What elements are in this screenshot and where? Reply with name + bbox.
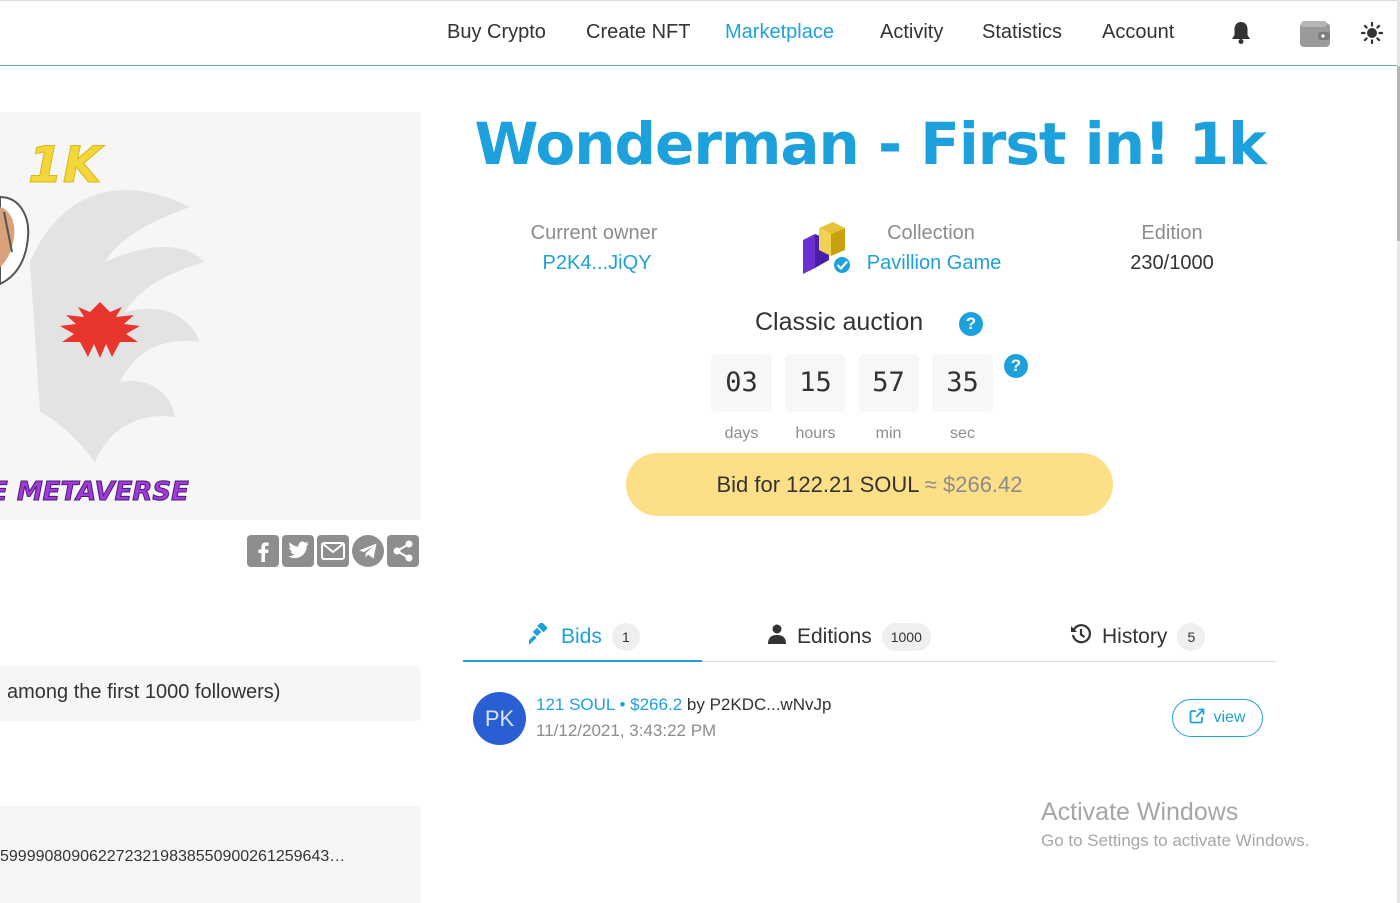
activity-tabs: Bids 1 Editions 1000 History 5 (463, 612, 1276, 662)
user-icon (767, 624, 787, 650)
bidder-link[interactable]: P2KDC...wNvJp (710, 695, 832, 714)
bid-timestamp: 11/12/2021, 3:43:22 PM (536, 721, 717, 740)
collection-label: Collection (887, 222, 975, 244)
tab-bids-count: 1 (611, 623, 640, 651)
nft-artwork[interactable]: 1K E METAVERSE (0, 112, 421, 520)
external-link-icon (1189, 708, 1205, 729)
owner-label: Current owner (530, 222, 658, 244)
bid-list-item: PK 121 SOUL • $266.2 by P2KDC...wNvJp 11… (473, 690, 1263, 746)
tab-bids[interactable]: Bids 1 (526, 612, 640, 662)
tab-history[interactable]: History 5 (1070, 612, 1206, 662)
owner-link[interactable]: P2K4...JiQY (522, 252, 672, 275)
auction-type-heading: Classic auction (755, 308, 924, 336)
tab-history-count: 5 (1177, 623, 1206, 651)
edition-value: 230/1000 (1130, 252, 1214, 274)
watermark-subtitle: Go to Settings to activate Windows. (1041, 831, 1310, 850)
tab-editions[interactable]: Editions 1000 (767, 612, 931, 662)
nft-token-id: 5999908090622723219838550900261259643… (0, 806, 421, 903)
auction-help-icon[interactable]: ? (959, 312, 983, 336)
bid-amount-label: Bid for 122.21 SOUL (716, 472, 919, 497)
nav-create-nft[interactable]: Create NFT (586, 21, 690, 44)
wallet-icon[interactable] (1299, 20, 1331, 53)
theme-sun-icon[interactable] (1360, 21, 1384, 49)
tab-bids-label: Bids (561, 625, 602, 648)
tab-editions-label: Editions (797, 625, 872, 648)
countdown-days: 03 (711, 354, 772, 412)
twitter-icon[interactable] (282, 535, 314, 567)
nav-marketplace[interactable]: Marketplace (725, 21, 834, 44)
countdown-help-icon[interactable]: ? (1004, 354, 1028, 378)
windows-activation-watermark: Activate Windows Go to Settings to activ… (1041, 798, 1309, 851)
bid-summary: 121 SOUL • $266.2 by P2KDC...wNvJp (536, 695, 831, 715)
countdown-hours-label: hours (795, 425, 836, 442)
bell-icon[interactable] (1230, 21, 1252, 50)
watermark-title: Activate Windows (1041, 798, 1239, 826)
share-icon[interactable] (387, 535, 419, 567)
nav-account[interactable]: Account (1102, 21, 1174, 44)
nav-statistics[interactable]: Statistics (982, 21, 1062, 44)
nft-description: among the first 1000 followers) (0, 666, 421, 721)
collection-logo-icon[interactable] (801, 222, 855, 281)
view-bid-label: view (1213, 709, 1246, 726)
avatar[interactable]: PK (473, 692, 526, 745)
tab-history-label: History (1102, 625, 1168, 648)
active-tab-indicator (463, 660, 702, 662)
artwork-metaverse-text: E METAVERSE (0, 477, 189, 507)
nav-buy-crypto[interactable]: Buy Crypto (447, 21, 546, 44)
tab-editions-count: 1000 (881, 623, 931, 651)
nft-title: Wonderman - First in! 1k (474, 110, 1266, 178)
collection-link[interactable]: Pavillion Game (858, 252, 1010, 275)
countdown-seconds: 35 (932, 354, 993, 412)
facebook-icon[interactable] (247, 535, 279, 567)
bid-usd-estimate: ≈ $266.42 (924, 472, 1023, 497)
countdown-minutes: 57 (858, 354, 919, 412)
gavel-icon (526, 622, 551, 651)
history-icon (1070, 623, 1092, 651)
countdown-days-label: days (724, 425, 759, 442)
email-icon[interactable] (317, 535, 349, 567)
bid-amount: 121 SOUL • $266.2 (536, 695, 683, 714)
bid-by-text: by (682, 695, 710, 714)
telegram-icon[interactable] (352, 535, 384, 567)
place-bid-button[interactable]: Bid for 122.21 SOUL ≈ $266.42 (626, 453, 1113, 516)
countdown-minutes-label: min (875, 425, 902, 442)
countdown-hours: 15 (785, 354, 846, 412)
top-navigation-bar: Buy Crypto Create NFT Marketplace Activi… (0, 0, 1398, 66)
view-bid-button[interactable]: view (1172, 699, 1263, 737)
countdown-seconds-label: sec (950, 425, 975, 442)
nav-activity[interactable]: Activity (880, 21, 943, 44)
artwork-1k-text: 1K (28, 136, 105, 194)
share-buttons (247, 535, 419, 567)
edition-label: Edition (1141, 222, 1203, 244)
